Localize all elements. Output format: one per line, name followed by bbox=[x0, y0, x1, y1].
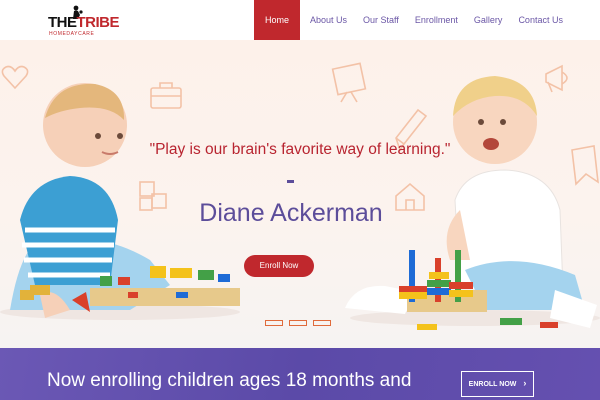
child-playing-right-image bbox=[345, 76, 600, 330]
nav-home[interactable]: Home bbox=[254, 0, 300, 40]
logo-wordmark: THETRIBE bbox=[48, 14, 119, 31]
nav-about-us[interactable]: About Us bbox=[302, 0, 355, 40]
enrollment-banner: Now enrolling children ages 18 months an… bbox=[0, 348, 600, 400]
main-menu: Home About Us Our Staff Enrollment Galle… bbox=[254, 0, 571, 40]
banner-headline: Now enrolling children ages 18 months an… bbox=[47, 370, 412, 391]
slide-indicator-3[interactable] bbox=[313, 320, 331, 326]
logo-tagline: HOMEDAYCARE bbox=[49, 31, 95, 37]
quote-divider bbox=[287, 180, 294, 183]
nav-gallery[interactable]: Gallery bbox=[466, 0, 511, 40]
slide-indicator-1[interactable] bbox=[265, 320, 283, 326]
slide-indicator-2[interactable] bbox=[289, 320, 307, 326]
enroll-now-banner-button[interactable]: ENROLL NOW › bbox=[461, 371, 534, 397]
banner-button-label: ENROLL NOW bbox=[468, 381, 517, 388]
nav-contact-us[interactable]: Contact Us bbox=[510, 0, 571, 40]
hero-slider: "Play is our brain's favorite way of lea… bbox=[0, 40, 600, 348]
quote-author: Diane Ackerman bbox=[199, 199, 383, 227]
chevron-right-icon: › bbox=[523, 378, 527, 388]
nav-our-staff[interactable]: Our Staff bbox=[355, 0, 407, 40]
nav-enrollment[interactable]: Enrollment bbox=[407, 0, 466, 40]
tribe-logo[interactable]: THETRIBE HOMEDAYCARE bbox=[48, 5, 119, 37]
slider-indicators bbox=[265, 320, 331, 326]
top-navigation: THETRIBE HOMEDAYCARE Home About Us Our S… bbox=[0, 0, 600, 40]
hero-quote: "Play is our brain's favorite way of lea… bbox=[149, 141, 451, 158]
enroll-now-hero-button[interactable]: Enroll Now bbox=[244, 255, 314, 277]
